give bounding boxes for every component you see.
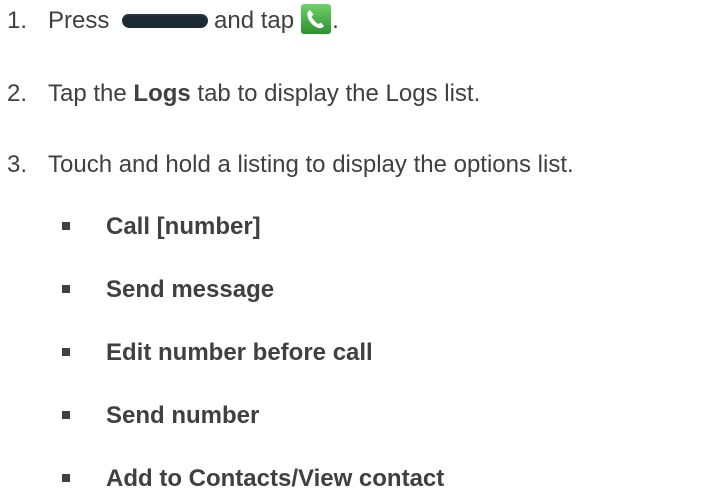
phone-app-icon (301, 3, 332, 34)
step-2-text-after: tab to display the Logs list. (197, 80, 481, 107)
step-2-text-before: Tap the (48, 80, 127, 107)
home-key-icon (122, 13, 209, 28)
instruction-page: 1. Press and tap . 2. Tap the Logs tab to … (0, 0, 706, 499)
step-2: 2. Tap the Logs tab to display the Logs l… (0, 79, 480, 109)
step-1-text-after: . (332, 7, 339, 34)
logs-tab-label: Logs (133, 80, 191, 107)
option-label: Edit number before call (106, 339, 373, 366)
step-1-text-before: Press (48, 7, 110, 34)
option-label: Add to Contacts/View contact (106, 465, 445, 492)
step-1-number: 1. (7, 7, 28, 34)
option-label: Send message (106, 276, 275, 303)
step-3: 3. Touch and hold a listing to display th… (0, 150, 574, 180)
bullet-marker (62, 474, 70, 482)
option-label: Call [number] (106, 213, 261, 240)
step-3-text: Touch and hold a listing to display the … (48, 151, 574, 178)
step-2-number: 2. (7, 80, 28, 107)
bullet-marker (62, 285, 70, 293)
option-label: Send number (106, 402, 260, 429)
bullet-marker (62, 348, 70, 356)
bullet-marker (62, 411, 70, 419)
step-3-number: 3. (7, 151, 28, 178)
bullet-marker (62, 222, 70, 230)
step-1: 1. Press and tap . (0, 3, 339, 36)
step-1-text-middle: and tap (214, 7, 295, 34)
